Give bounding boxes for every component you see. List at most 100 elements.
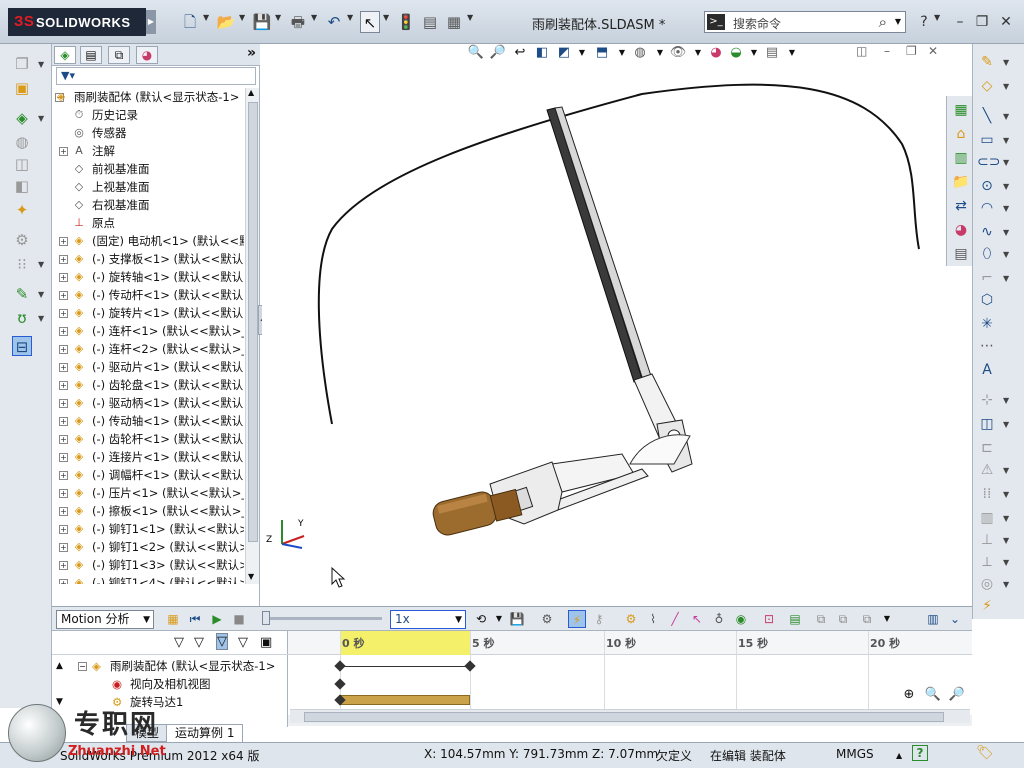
snaps-dropdown-icon[interactable]: ▼ <box>1003 580 1009 589</box>
fillet-dropdown-icon[interactable]: ▼ <box>1003 274 1009 283</box>
undo-dropdown-icon[interactable]: ▼ <box>347 13 353 22</box>
open-dropdown-icon[interactable]: ▼ <box>239 13 245 22</box>
tree-item[interactable]: + ◈ (-) 铆钉1<1> (默认<<默认> <box>52 520 244 538</box>
study-type-select[interactable]: Motion 分析 ▼ <box>56 610 154 629</box>
slot-dropdown-icon[interactable]: ▼ <box>1003 158 1009 167</box>
keyframe-end-root[interactable] <box>464 660 476 672</box>
undo-icon[interactable]: ↶ <box>324 11 344 33</box>
playback-slider[interactable] <box>262 611 382 625</box>
close-window-icon[interactable]: ✕ <box>996 11 1016 33</box>
open-folder-icon[interactable]: 📂 <box>216 11 236 33</box>
dimension-dropdown-icon[interactable]: ▼ <box>1003 82 1009 91</box>
repair-dropdown-icon[interactable]: ▼ <box>1003 558 1009 567</box>
quick-tips-help-icon[interactable]: ? <box>912 745 928 761</box>
convert-dropdown-icon[interactable]: ▼ <box>1003 420 1009 429</box>
expand-icon[interactable]: + <box>59 579 68 584</box>
filter-selected-icon[interactable]: ▽ <box>216 633 228 650</box>
add-relation-icon[interactable]: ⊥ <box>977 530 997 550</box>
linear-pattern-icon[interactable]: ⁞⁞ <box>977 484 997 504</box>
expand-icon[interactable]: + <box>59 309 68 318</box>
arc-icon[interactable]: ◠ <box>977 198 997 218</box>
point-icon[interactable]: ✳ <box>977 314 997 334</box>
filter-driving-icon[interactable]: ▽ <box>194 635 204 650</box>
select-dropdown-icon[interactable]: ▼ <box>383 13 389 22</box>
polygon-icon[interactable]: ⬡ <box>977 290 997 310</box>
expand-icon[interactable]: + <box>59 273 68 282</box>
collapse-chevron-icon[interactable]: ⌄ <box>946 610 964 628</box>
tree-item[interactable]: + ◈ (固定) 电动机<1> (默认<<默 <box>52 232 244 250</box>
tree-item[interactable]: + ◈ (-) 铆钉1<4> (默认<<默认> <box>52 574 244 584</box>
show-hidden-icon[interactable]: ◧ <box>12 176 32 196</box>
study-type-dropdown-icon[interactable]: ▼ <box>143 612 150 629</box>
expand-icon[interactable]: + <box>59 255 68 264</box>
expand-icon[interactable]: + <box>59 381 68 390</box>
scroll-down-icon[interactable]: ▼ <box>248 572 254 581</box>
custom-properties-icon[interactable]: ▤ <box>951 244 971 264</box>
expand-icon[interactable]: + <box>59 147 68 156</box>
model-viewport[interactable] <box>262 44 970 604</box>
ellipse-icon[interactable]: ⬯ <box>977 244 997 264</box>
smart-dimension-icon[interactable]: ◇ <box>977 76 997 96</box>
expand-icon[interactable]: + <box>59 525 68 534</box>
file-explorer-icon[interactable]: 📁 <box>951 172 971 192</box>
new-dropdown-icon[interactable]: ▼ <box>203 13 209 22</box>
stop-icon[interactable]: ■ <box>230 610 248 628</box>
filter-results-icon[interactable]: ▽ <box>238 635 248 650</box>
zoom-in-timeline-icon[interactable]: 🔍 <box>924 687 942 705</box>
tree-item[interactable]: + A 注解 <box>52 142 244 160</box>
mate-icon[interactable]: ▣ <box>12 78 32 98</box>
motor-timeline-bar[interactable] <box>340 695 470 705</box>
save-icon[interactable]: 💾 <box>252 11 272 33</box>
keyframe-start-root[interactable] <box>334 660 346 672</box>
pattern-dropdown-icon-right[interactable]: ▼ <box>1003 490 1009 499</box>
menu-expand-arrow[interactable]: ▶ <box>146 10 156 34</box>
collapse-motion-manager-icon[interactable]: ⧉ <box>812 610 830 628</box>
pattern-dropdown-icon[interactable]: ▼ <box>38 114 44 123</box>
select-cursor-icon[interactable]: ↖ <box>360 11 380 33</box>
tree-item[interactable]: ◇ 前视基准面 <box>52 160 244 178</box>
expand-icon[interactable]: + <box>59 453 68 462</box>
centerline-icon[interactable]: ⋯ <box>977 336 997 356</box>
options-dropdown-icon[interactable]: ▼ <box>467 13 473 22</box>
zoom-out-timeline-icon[interactable]: 🔎 <box>948 687 966 705</box>
new-motion-study-icon[interactable]: ⁝⁝ <box>12 254 32 274</box>
ellipse-dropdown-icon[interactable]: ▼ <box>1003 250 1009 259</box>
tree-item[interactable]: + ◈ (-) 连接片<1> (默认<<默认 <box>52 448 244 466</box>
rapid-sketch-icon[interactable]: ⚡ <box>977 596 997 616</box>
expand-icon[interactable]: + <box>59 435 68 444</box>
search-box[interactable]: >_ 搜索命令 ⌕ ▼ <box>704 11 906 33</box>
tree-item[interactable]: + ◈ (-) 齿轮杆<1> (默认<<默认 <box>52 430 244 448</box>
tree-item[interactable]: ◇ 右视基准面 <box>52 196 244 214</box>
expand-icon[interactable]: + <box>59 471 68 480</box>
tree-item[interactable]: + ◈ (-) 调幅杆<1> (默认<<默认 <box>52 466 244 484</box>
tree-item[interactable]: ⊥ 原点 <box>52 214 244 232</box>
tree-item[interactable]: + ◈ (-) 驱动柄<1> (默认<<默认 <box>52 394 244 412</box>
appearances-icon[interactable]: ◕ <box>951 220 971 240</box>
motion-tree-item-camera[interactable]: ◉ 视向及相机视图 <box>52 675 288 693</box>
quick-snaps-icon[interactable]: ◎ <box>977 574 997 594</box>
move-entities-icon[interactable]: ▥ <box>977 508 997 528</box>
tree-item[interactable]: + ◈ (-) 旋转片<1> (默认<<默认 <box>52 304 244 322</box>
tree-item[interactable]: + ◈ (-) 传动轴<1> (默认<<默认 <box>52 412 244 430</box>
line-dropdown-icon[interactable]: ▼ <box>1003 112 1009 121</box>
options-icon[interactable]: ▦ <box>444 11 464 33</box>
tree-item[interactable]: + ◈ (-) 压片<1> (默认<<默认>_ <box>52 484 244 502</box>
tree-item[interactable]: + ◈ (-) 擦板<1> (默认<<默认>_ <box>52 502 244 520</box>
minimize-window-icon[interactable]: – <box>950 11 970 33</box>
playback-mode-dropdown-icon[interactable]: ▼ <box>490 610 508 628</box>
slot-icon[interactable]: ⊂⊃ <box>977 152 1000 172</box>
fillet-icon[interactable]: ⌐ <box>977 268 997 288</box>
save-animation-icon[interactable]: 💾 <box>508 610 526 628</box>
insert-component-dropdown-icon[interactable]: ▼ <box>38 60 44 69</box>
home-icon[interactable]: ⌂ <box>951 124 971 144</box>
spline-dropdown-icon[interactable]: ▼ <box>1003 228 1009 237</box>
relation-dropdown-icon[interactable]: ▼ <box>1003 536 1009 545</box>
rebuild-traffic-light-icon[interactable]: 🚦 <box>396 11 416 33</box>
units-selector[interactable]: MMGS <box>836 747 874 761</box>
tree-item[interactable]: + ◈ (-) 铆钉1<2> (默认<<默认> <box>52 538 244 556</box>
text-icon[interactable]: A <box>977 360 997 380</box>
calculate-icon[interactable]: ▦ <box>164 610 182 628</box>
expand-icon[interactable]: + <box>59 345 68 354</box>
status-tag-icon[interactable]: 🏷 <box>976 745 994 761</box>
trim-dropdown-icon[interactable]: ▼ <box>1003 466 1009 475</box>
